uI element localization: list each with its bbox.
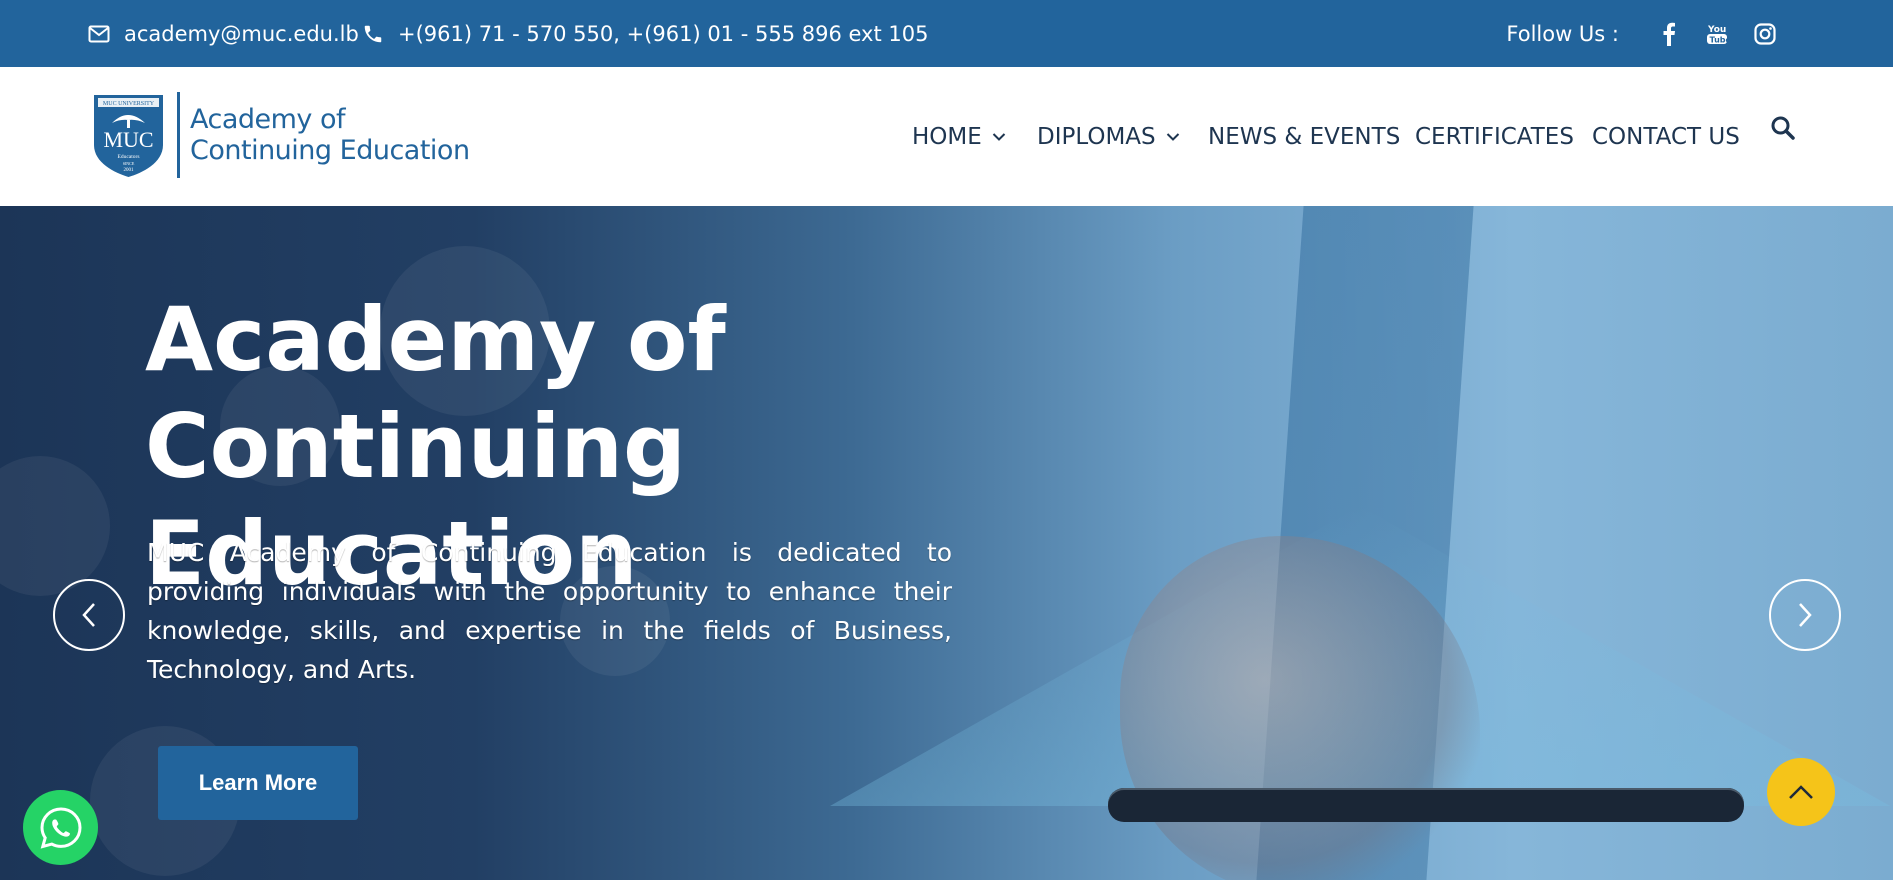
nav-item-certificates[interactable]: CERTIFICATES [1415, 67, 1574, 206]
follow-label: Follow Us : [1506, 21, 1619, 46]
whatsapp-icon [39, 806, 82, 849]
phone-icon [364, 25, 382, 42]
phone-contact[interactable]: +(961) 71 - 570 550, +(961) 01 - 555 896… [362, 0, 928, 67]
hero-title-line-1: Academy of [145, 288, 726, 391]
search-icon [1771, 116, 1795, 140]
slider-prev-button[interactable] [53, 579, 125, 651]
search-button[interactable] [1768, 113, 1798, 143]
email-contact[interactable]: academy@muc.edu.lb [88, 0, 359, 67]
muc-crest-icon: MUC UNIVERSITY MUC Educators SINCE 2001 [94, 94, 163, 177]
slider-next-button[interactable] [1769, 579, 1841, 651]
youtube-icon[interactable]: You Tube [1701, 18, 1733, 50]
nav-item-home[interactable]: HOME [912, 67, 1006, 206]
svg-text:MUC: MUC [103, 127, 153, 152]
nav-label-diplomas: DIPLOMAS [1037, 123, 1156, 150]
instagram-icon[interactable] [1749, 18, 1781, 50]
chevron-up-icon [1789, 785, 1813, 799]
nav-label-certificates: CERTIFICATES [1415, 123, 1574, 150]
svg-text:MUC UNIVERSITY: MUC UNIVERSITY [103, 101, 155, 107]
chevron-right-icon [1799, 603, 1812, 627]
mail-icon [88, 25, 110, 42]
background-tablet [1108, 788, 1744, 822]
chevron-down-icon [992, 132, 1005, 141]
facebook-icon[interactable] [1653, 18, 1685, 50]
logo-line-2: Continuing Education [190, 135, 470, 166]
logo-divider [177, 92, 180, 178]
nav-item-contact-us[interactable]: CONTACT US [1592, 67, 1740, 206]
site-logo[interactable]: MUC UNIVERSITY MUC Educators SINCE 2001 … [92, 92, 470, 178]
svg-text:You: You [1707, 25, 1726, 35]
whatsapp-button[interactable] [23, 790, 98, 865]
phone-text[interactable]: +(961) 71 - 570 550, +(961) 01 - 555 896… [398, 22, 928, 46]
svg-text:Tube: Tube [1710, 35, 1729, 44]
hero-slider: Academy of Continuing Education MUC Acad… [0, 206, 1893, 880]
hero-description: MUC Academy of Continuing Education is d… [147, 538, 952, 684]
learn-more-button[interactable]: Learn More [158, 746, 358, 820]
site-header: MUC UNIVERSITY MUC Educators SINCE 2001 … [0, 67, 1893, 206]
svg-text:2001: 2001 [124, 168, 135, 173]
svg-text:SINCE: SINCE [123, 161, 135, 166]
logo-line-1: Academy of [190, 104, 346, 135]
background-bokeh [0, 456, 110, 596]
chevron-left-icon [82, 603, 95, 627]
chevron-down-icon [1166, 132, 1179, 141]
svg-text:Educators: Educators [118, 154, 140, 160]
nav-label-news-events: NEWS & EVENTS [1208, 123, 1401, 150]
follow-us: Follow Us : You Tube [1506, 0, 1781, 67]
nav-item-news-events[interactable]: NEWS & EVENTS [1208, 67, 1400, 206]
nav-label-home: HOME [912, 123, 982, 150]
email-text[interactable]: academy@muc.edu.lb [124, 22, 359, 46]
top-bar: academy@muc.edu.lb +(961) 71 - 570 550, … [0, 0, 1893, 67]
nav-item-diplomas[interactable]: DIPLOMAS [1037, 67, 1180, 206]
nav-label-contact-us: CONTACT US [1592, 123, 1740, 150]
logo-text: Academy of Continuing Education [190, 104, 470, 166]
scroll-to-top-button[interactable] [1767, 758, 1835, 826]
